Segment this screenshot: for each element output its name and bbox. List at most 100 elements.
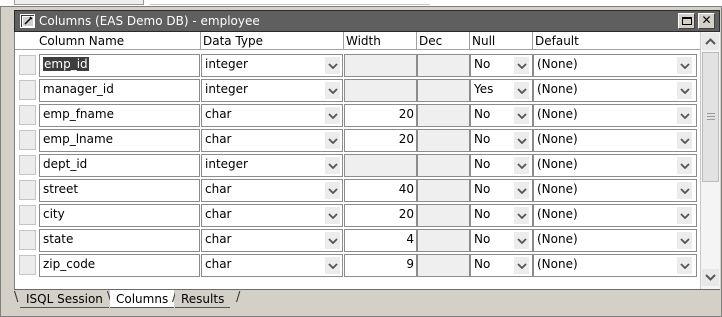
width-field[interactable]: 20	[344, 204, 417, 227]
tab-isql-session[interactable]: ISQL Session	[20, 290, 109, 308]
chevron-down-icon[interactable]	[325, 232, 340, 249]
width-field[interactable]	[344, 154, 417, 177]
chevron-down-icon[interactable]	[677, 57, 692, 74]
default-select[interactable]: (None)	[533, 54, 697, 77]
column-name-cell[interactable]: emp_id	[39, 54, 200, 77]
header-default[interactable]: Default	[535, 34, 579, 48]
row-selector[interactable]	[19, 205, 36, 225]
tab-columns[interactable]: Columns	[110, 290, 175, 308]
dec-field[interactable]	[417, 179, 470, 202]
table-row[interactable]: manager_id integer Yes (None)	[15, 78, 701, 103]
chevron-down-icon[interactable]	[677, 132, 692, 149]
table-row[interactable]: street char 40 No (None)	[15, 178, 701, 203]
scroll-up-icon[interactable]	[702, 33, 719, 50]
default-select[interactable]: (None)	[533, 104, 697, 127]
row-selector[interactable]	[19, 55, 36, 75]
dec-field[interactable]	[417, 154, 470, 177]
chevron-down-icon[interactable]	[677, 232, 692, 249]
row-selector[interactable]	[19, 80, 36, 100]
chevron-down-icon[interactable]	[677, 182, 692, 199]
chevron-down-icon[interactable]	[325, 257, 340, 274]
chevron-down-icon[interactable]	[325, 82, 340, 99]
column-name-cell[interactable]: city	[39, 204, 200, 227]
dec-field[interactable]	[417, 129, 470, 152]
default-select[interactable]: (None)	[533, 79, 697, 102]
column-name-cell[interactable]: dept_id	[39, 154, 200, 177]
data-type-select[interactable]: char	[201, 229, 343, 252]
chevron-down-icon[interactable]	[514, 57, 529, 74]
scrollbar-thumb[interactable]	[702, 52, 719, 182]
width-field[interactable]: 20	[344, 104, 417, 127]
width-field[interactable]	[344, 54, 417, 77]
header-null[interactable]: Null	[472, 34, 495, 48]
vertical-scrollbar[interactable]	[700, 32, 720, 289]
dec-field[interactable]	[417, 229, 470, 252]
chevron-down-icon[interactable]	[325, 182, 340, 199]
header-column-name[interactable]: Column Name	[39, 34, 124, 48]
data-type-select[interactable]: char	[201, 129, 343, 152]
row-selector[interactable]	[19, 230, 36, 250]
width-field[interactable]	[344, 79, 417, 102]
dec-field[interactable]	[417, 79, 470, 102]
width-field[interactable]: 20	[344, 129, 417, 152]
column-name-cell[interactable]: street	[39, 179, 200, 202]
chevron-down-icon[interactable]	[514, 232, 529, 249]
table-row[interactable]: city char 20 No (None)	[15, 203, 701, 228]
table-row[interactable]: emp_fname char 20 No (None)	[15, 103, 701, 128]
chevron-down-icon[interactable]	[325, 157, 340, 174]
width-field[interactable]: 40	[344, 179, 417, 202]
restore-button[interactable]	[678, 13, 695, 29]
chevron-down-icon[interactable]	[514, 257, 529, 274]
default-select[interactable]: (None)	[533, 179, 697, 202]
default-select[interactable]: (None)	[533, 204, 697, 227]
chevron-down-icon[interactable]	[514, 132, 529, 149]
data-type-select[interactable]: char	[201, 254, 343, 277]
table-row[interactable]: emp_id integer No (None)	[15, 53, 701, 78]
data-type-select[interactable]: integer	[201, 154, 343, 177]
data-type-select[interactable]: char	[201, 204, 343, 227]
chevron-down-icon[interactable]	[514, 82, 529, 99]
header-dec[interactable]: Dec	[419, 34, 442, 48]
tab-results[interactable]: Results	[175, 290, 231, 308]
default-select[interactable]: (None)	[533, 154, 697, 177]
data-type-select[interactable]: integer	[201, 54, 343, 77]
default-select[interactable]: (None)	[533, 229, 697, 252]
chevron-down-icon[interactable]	[325, 57, 340, 74]
data-type-select[interactable]: integer	[201, 79, 343, 102]
column-name-cell[interactable]: emp_lname	[39, 129, 200, 152]
dec-field[interactable]	[417, 204, 470, 227]
row-selector[interactable]	[19, 155, 36, 175]
dec-field[interactable]	[417, 254, 470, 277]
width-field[interactable]: 4	[344, 229, 417, 252]
chevron-down-icon[interactable]	[677, 157, 692, 174]
row-selector[interactable]	[19, 180, 36, 200]
header-data-type[interactable]: Data Type	[203, 34, 263, 48]
chevron-down-icon[interactable]	[325, 107, 340, 124]
title-bar[interactable]: Columns (EAS Demo DB) - employee ✕	[14, 10, 720, 32]
chevron-down-icon[interactable]	[325, 132, 340, 149]
dec-field[interactable]	[417, 104, 470, 127]
table-row[interactable]: dept_id integer No (None)	[15, 153, 701, 178]
default-select[interactable]: (None)	[533, 254, 697, 277]
dec-field[interactable]	[417, 54, 470, 77]
close-button[interactable]: ✕	[698, 13, 715, 29]
table-row[interactable]: emp_lname char 20 No (None)	[15, 128, 701, 153]
header-width[interactable]: Width	[346, 34, 381, 48]
scroll-down-icon[interactable]	[702, 269, 719, 286]
table-row[interactable]: state char 4 No (None)	[15, 228, 701, 253]
column-name-cell[interactable]: manager_id	[39, 79, 200, 102]
chevron-down-icon[interactable]	[514, 207, 529, 224]
chevron-down-icon[interactable]	[325, 207, 340, 224]
width-field[interactable]: 9	[344, 254, 417, 277]
chevron-down-icon[interactable]	[677, 207, 692, 224]
column-name-cell[interactable]: emp_fname	[39, 104, 200, 127]
data-type-select[interactable]: char	[201, 179, 343, 202]
column-name-cell[interactable]: zip_code	[39, 254, 200, 277]
column-name-cell[interactable]: state	[39, 229, 200, 252]
chevron-down-icon[interactable]	[514, 107, 529, 124]
row-selector[interactable]	[19, 105, 36, 125]
window-icon[interactable]	[20, 14, 35, 28]
chevron-down-icon[interactable]	[677, 82, 692, 99]
table-row[interactable]: zip_code char 9 No (None)	[15, 253, 701, 278]
chevron-down-icon[interactable]	[514, 157, 529, 174]
